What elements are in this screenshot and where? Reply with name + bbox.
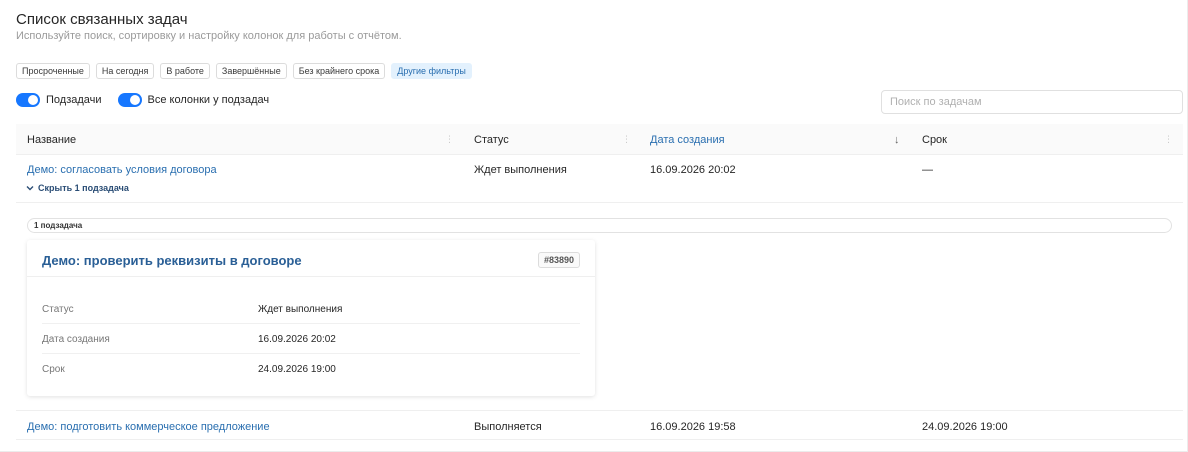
column-resize-handle[interactable]: ⋮ <box>1164 132 1173 146</box>
related-tasks-panel: Список связанных задач Используйте поиск… <box>0 0 1188 452</box>
task-link[interactable]: Демо: подготовить коммерческое предложен… <box>27 421 270 433</box>
subtask-field-status: Статус Ждет выполнения <box>42 294 580 324</box>
collapse-subtasks-button[interactable]: Скрыть 1 подзадача <box>26 183 129 193</box>
filter-today[interactable]: На сегодня <box>95 63 155 79</box>
collapse-subtasks-label: Скрыть 1 подзадача <box>38 183 129 193</box>
toggle-bar: Подзадачи Все колонки у подзадач <box>16 93 277 107</box>
page-title: Список связанных задач <box>16 11 188 28</box>
chevron-down-icon <box>26 186 34 191</box>
subtasks-toggle[interactable] <box>16 93 40 107</box>
column-header-due[interactable]: Срок <box>922 134 947 146</box>
task-created: 16.09.2026 19:58 <box>650 421 736 433</box>
task-status: Ждет выполнения <box>474 164 567 176</box>
task-created: 16.09.2026 20:02 <box>650 164 736 176</box>
all-columns-toggle[interactable] <box>117 93 142 107</box>
field-label: Статус <box>42 304 74 315</box>
sort-desc-icon[interactable]: ↓ <box>894 134 900 146</box>
task-due: — <box>922 164 933 176</box>
divider <box>27 276 595 277</box>
field-value: 24.09.2026 19:00 <box>258 364 336 375</box>
column-header-name[interactable]: Название <box>27 134 76 146</box>
all-columns-toggle-label: Все колонки у подзадач <box>147 94 270 106</box>
filter-no-deadline[interactable]: Без крайнего срока <box>292 63 386 79</box>
column-header-created[interactable]: Дата создания <box>650 134 725 146</box>
task-link[interactable]: Демо: согласовать условия договора <box>27 164 217 176</box>
subtask-field-created: Дата создания 16.09.2026 20:02 <box>42 324 580 354</box>
column-resize-handle[interactable]: ⋮ <box>445 132 454 146</box>
filter-chips: Просроченные На сегодня В работе Завершё… <box>16 63 472 79</box>
subtask-id-badge: #83890 <box>537 252 580 268</box>
field-label: Дата создания <box>42 334 110 345</box>
table-row: Демо: подготовить коммерческое предложен… <box>16 411 1183 440</box>
subtask-title-link[interactable]: Демо: проверить реквизиты в договоре <box>42 253 302 268</box>
table-row: Демо: согласовать условия договора Ждет … <box>16 155 1183 203</box>
field-label: Срок <box>42 364 65 375</box>
page-subtitle: Используйте поиск, сортировку и настройк… <box>16 30 402 42</box>
task-due: 24.09.2026 19:00 <box>922 421 1008 433</box>
field-value: 16.09.2026 20:02 <box>258 334 336 345</box>
column-resize-handle[interactable]: ⋮ <box>622 132 631 146</box>
subtasks-toggle-label: Подзадачи <box>46 94 102 106</box>
filter-in-progress[interactable]: В работе <box>160 63 210 79</box>
subtask-count-bar: 1 подзадача <box>27 218 1172 233</box>
search-input[interactable] <box>881 90 1183 114</box>
filter-overdue[interactable]: Просроченные <box>16 63 90 79</box>
column-header-status[interactable]: Статус <box>474 134 509 146</box>
subtask-card: Демо: проверить реквизиты в договоре #83… <box>27 240 595 396</box>
subtask-field-due: Срок 24.09.2026 19:00 <box>42 354 580 384</box>
task-status: Выполняется <box>474 421 542 433</box>
filter-other[interactable]: Другие фильтры <box>391 63 472 79</box>
table-header: Название ⋮ Статус ⋮ Дата создания ↓ Срок… <box>16 124 1183 155</box>
field-value: Ждет выполнения <box>258 304 343 315</box>
filter-completed[interactable]: Завершённые <box>215 63 287 79</box>
subtasks-area: 1 подзадача Демо: проверить реквизиты в … <box>16 203 1183 411</box>
